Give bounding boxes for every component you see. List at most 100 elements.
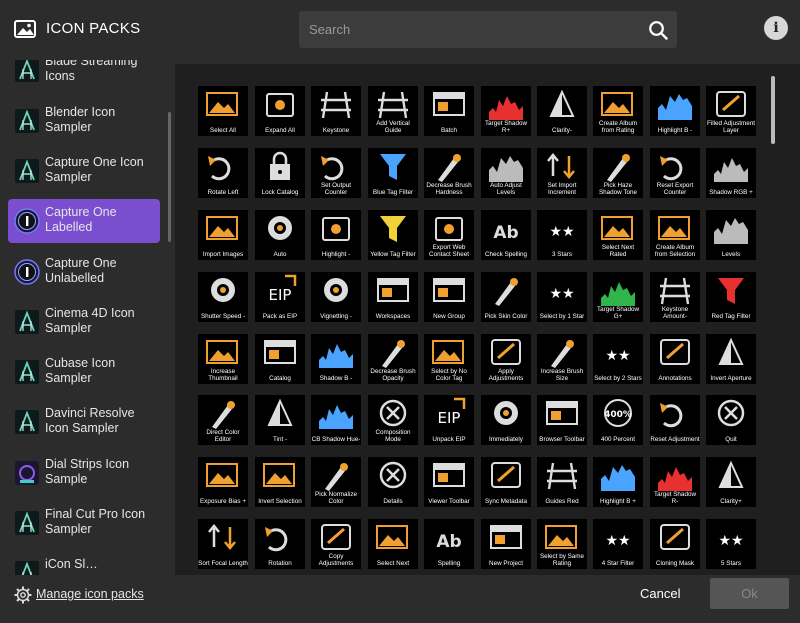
icon-tile-create-album-from-selection[interactable]: Create Album from Selection [650, 210, 700, 260]
icon-tile-exposure-bias[interactable]: Exposure Bias + [198, 457, 248, 507]
icon-tile-set-import-increment[interactable]: Set Import Increment [537, 148, 587, 198]
icon-tile-unpack-eip[interactable]: EIP Unpack EIP [424, 395, 474, 445]
icon-tile-pick-haze-shadow-tone[interactable]: Pick Haze Shadow Tone [593, 148, 643, 198]
icon-tile-yellow-tag-filter[interactable]: Yellow Tag Filter [368, 210, 418, 260]
sidebar-item[interactable]: Capture One Unlabelled [8, 250, 160, 294]
icon-tile-annotations[interactable]: Annotations [650, 334, 700, 384]
icon-tile-invert-selection[interactable]: Invert Selection [255, 457, 305, 507]
search-icon[interactable] [648, 20, 668, 40]
search-box[interactable] [299, 11, 677, 48]
icon-tile-select-by-same-rating[interactable]: Select by Same Rating [537, 519, 587, 569]
icon-tile-5-stars[interactable]: ★★ 5 Stars [706, 519, 756, 569]
icon-tile-set-output-counter[interactable]: Set Output Counter [311, 148, 361, 198]
icon-tile-cloning-mask[interactable]: Cloning Mask [650, 519, 700, 569]
icon-tile-shadow-rgb[interactable]: Shadow RGB + [706, 148, 756, 198]
icon-tile-select-next[interactable]: Select Next [368, 519, 418, 569]
icon-tile-increase-brush-size[interactable]: Increase Brush Size [537, 334, 587, 384]
icon-tile-select-all[interactable]: Select All [198, 86, 248, 136]
icon-tile-new-project[interactable]: New Project [481, 519, 531, 569]
icon-tile-vignetting[interactable]: Vignetting - [311, 272, 361, 322]
icon-tile-increase-thumbnail[interactable]: Increase Thumbnail [198, 334, 248, 384]
cancel-button[interactable]: Cancel [640, 586, 680, 601]
icon-tile-keystone-amount[interactable]: Keystone Amount- [650, 272, 700, 322]
icon-tile-tint[interactable]: Tint - [255, 395, 305, 445]
icon-tile-highlight-b[interactable]: Highlight B + [593, 457, 643, 507]
sidebar-item[interactable]: Blender Icon Sampler [8, 99, 160, 143]
icon-tile-select-next-rated[interactable]: Select Next Rated [593, 210, 643, 260]
icon-tile-catalog[interactable]: Catalog [255, 334, 305, 384]
icon-tile-immediately[interactable]: Immediately [481, 395, 531, 445]
icon-tile-decrease-brush-opacity[interactable]: Decrease Brush Opacity [368, 334, 418, 384]
icon-tile-browser-toolbar[interactable]: Browser Toolbar [537, 395, 587, 445]
icon-tile-batch[interactable]: Batch [424, 86, 474, 136]
sidebar-item[interactable]: Cinema 4D Icon Sampler [8, 300, 160, 344]
icon-tile-target-shadow-r[interactable]: Target Shadow R- [650, 457, 700, 507]
icon-tile-direct-color-editor[interactable]: Direct Color Editor [198, 395, 248, 445]
sidebar-scrollbar[interactable] [168, 112, 171, 242]
icon-tile-reset-export-counter[interactable]: Reset Export Counter [650, 148, 700, 198]
sidebar-item[interactable]: Capture One Icon Sampler [8, 149, 160, 193]
icon-tile-highlight[interactable]: Highlight - [311, 210, 361, 260]
info-button[interactable]: i [764, 16, 788, 40]
icon-tile-shutter-speed[interactable]: Shutter Speed - [198, 272, 248, 322]
icon-tile-rotate-left[interactable]: Rotate Left [198, 148, 248, 198]
icon-tile-spelling[interactable]: Ab Spelling [424, 519, 474, 569]
sidebar-item[interactable]: Capture One Labelled [8, 199, 160, 243]
icon-tile-select-by-1-star[interactable]: ★★ Select by 1 Star [537, 272, 587, 322]
icon-tile-cb-shadow-hue[interactable]: CB Shadow Hue- [311, 395, 361, 445]
icon-tile-target-shadow-r[interactable]: Target Shadow R+ [481, 86, 531, 136]
icon-tile-select-by-no-color-tag[interactable]: Select by No Color Tag [424, 334, 474, 384]
sidebar-item[interactable]: Blade Streaming Icons [8, 60, 160, 92]
icon-tile-pack-as-eip[interactable]: EIP Pack as EIP [255, 272, 305, 322]
icon-tile-sync-metadata[interactable]: Sync Metadata [481, 457, 531, 507]
icon-tile-workspaces[interactable]: Workspaces [368, 272, 418, 322]
icon-tile-3-stars[interactable]: ★★ 3 Stars [537, 210, 587, 260]
icon-tile-keystone[interactable]: Keystone [311, 86, 361, 136]
icon-tile-lock-catalog[interactable]: Lock Catalog [255, 148, 305, 198]
icon-tile-copy-adjustments[interactable]: Copy Adjustments [311, 519, 361, 569]
icon-tile-pick-normalize-color[interactable]: Pick Normalize Color [311, 457, 361, 507]
ok-button[interactable]: Ok [710, 578, 789, 609]
icon-tile-clarity[interactable]: Clarity+ [706, 457, 756, 507]
icon-pack-list[interactable]: Blade Streaming Icons Blender Icon Sample… [0, 60, 175, 575]
icon-tile-sort-focal-length[interactable]: Sort Focal Length [198, 519, 248, 569]
icon-tile-apply-adjustments[interactable]: Apply Adjustments [481, 334, 531, 384]
icon-tile-quit[interactable]: Quit [706, 395, 756, 445]
sidebar-item[interactable]: Final Cut Pro Icon Sampler [8, 501, 160, 545]
gear-icon[interactable] [14, 586, 32, 604]
icon-tile-decrease-brush-hardness[interactable]: Decrease Brush Hardness [424, 148, 474, 198]
icon-tile-composition-mode[interactable]: Composition Mode [368, 395, 418, 445]
icon-tile-guides-red[interactable]: Guides Red [537, 457, 587, 507]
icon-tile-red-tag-filter[interactable]: Red Tag Filter [706, 272, 756, 322]
icon-tile-blue-tag-filter[interactable]: Blue Tag Filter [368, 148, 418, 198]
icon-tile-select-by-2-stars[interactable]: ★★ Select by 2 Stars [593, 334, 643, 384]
icon-grid[interactable]: Select All Expand All Keystone Add Vertical… [175, 64, 800, 575]
sidebar-item[interactable]: Cubase Icon Sampler [8, 350, 160, 394]
icon-tile-clarity[interactable]: Clarity- [537, 86, 587, 136]
icon-tile-expand-all[interactable]: Expand All [255, 86, 305, 136]
icon-tile-new-group[interactable]: New Group [424, 272, 474, 322]
sidebar-item[interactable]: iCon Sl… [8, 551, 160, 575]
icon-tile-400-percent[interactable]: 400% 400 Percent [593, 395, 643, 445]
icon-tile-export-web-contact-sheet[interactable]: Export Web Contact Sheet [424, 210, 474, 260]
icon-tile-invert-aperture[interactable]: Invert Aperture [706, 334, 756, 384]
icon-tile-create-album-from-rating[interactable]: Create Album from Rating [593, 86, 643, 136]
icon-tile-shadow-b[interactable]: Shadow B - [311, 334, 361, 384]
icon-tile-import-images[interactable]: Import Images [198, 210, 248, 260]
icon-tile-check-spelling[interactable]: Ab Check Spelling [481, 210, 531, 260]
icon-tile-auto-adjust-levels[interactable]: Auto Adjust Levels [481, 148, 531, 198]
icon-tile-viewer-toolbar[interactable]: Viewer Toolbar [424, 457, 474, 507]
icon-tile-rotation[interactable]: Rotation [255, 519, 305, 569]
icon-tile-filled-adjustment-layer[interactable]: Filled Adjustment Layer [706, 86, 756, 136]
icon-tile-4-star-filter[interactable]: ★★ 4 Star Filter [593, 519, 643, 569]
icon-tile-auto[interactable]: Auto [255, 210, 305, 260]
icon-tile-pick-skin-color[interactable]: Pick Skin Color [481, 272, 531, 322]
icon-tile-reset-adjustment[interactable]: Reset Adjustment [650, 395, 700, 445]
icon-tile-add-vertical-guide[interactable]: Add Vertical Guide [368, 86, 418, 136]
icon-tile-target-shadow-g[interactable]: Target Shadow G+ [593, 272, 643, 322]
manage-icon-packs-link[interactable]: Manage icon packs [36, 587, 144, 601]
sidebar-item[interactable]: Davinci Resolve Icon Sampler [8, 400, 160, 444]
search-input[interactable] [299, 11, 629, 48]
icon-tile-levels[interactable]: Levels [706, 210, 756, 260]
icon-tile-details[interactable]: Details [368, 457, 418, 507]
